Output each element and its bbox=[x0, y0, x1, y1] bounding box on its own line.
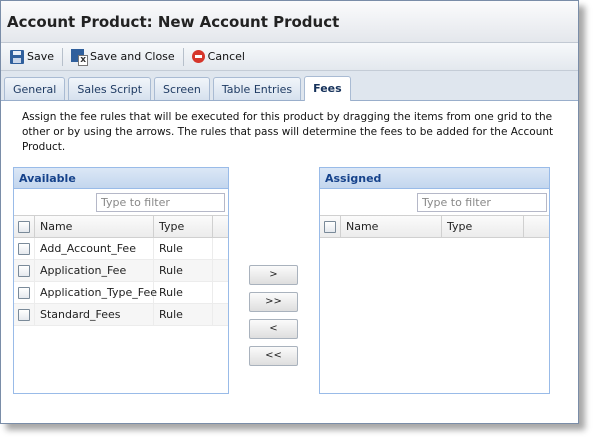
assigned-col-type[interactable]: Type bbox=[442, 216, 524, 237]
save-and-close-button[interactable]: x Save and Close bbox=[68, 46, 178, 68]
toolbar-divider bbox=[62, 47, 64, 66]
move-right-button[interactable]: > bbox=[249, 265, 298, 285]
save-button[interactable]: Save bbox=[7, 46, 57, 68]
tab-sales-script[interactable]: Sales Script bbox=[68, 77, 152, 100]
available-grid-title: Available bbox=[14, 168, 228, 189]
row-checkbox[interactable] bbox=[18, 309, 30, 321]
move-left-button[interactable]: < bbox=[249, 319, 298, 339]
toolbar-divider bbox=[182, 47, 184, 66]
cancel-button-label: Cancel bbox=[207, 50, 245, 63]
assigned-filter-input[interactable] bbox=[417, 193, 547, 212]
row-type: Rule bbox=[154, 304, 213, 325]
cancel-icon bbox=[191, 50, 205, 63]
row-name: Standard_Fees bbox=[35, 304, 154, 325]
tab-table-entries[interactable]: Table Entries bbox=[212, 77, 302, 100]
row-type: Rule bbox=[154, 260, 213, 281]
available-select-all[interactable] bbox=[14, 216, 35, 237]
save-button-label: Save bbox=[27, 50, 55, 63]
assigned-filter-row bbox=[320, 189, 549, 216]
fees-panel: Assign the fee rules that will be execut… bbox=[1, 101, 578, 423]
row-name: Application_Type_Fee bbox=[35, 282, 157, 303]
window-title: Account Product: New Account Product bbox=[7, 13, 340, 31]
row-type: Rule bbox=[154, 238, 213, 259]
available-filter-row bbox=[14, 189, 228, 216]
title-bar: Account Product: New Account Product bbox=[1, 1, 578, 43]
table-row[interactable]: Standard_Fees Rule bbox=[14, 304, 228, 326]
row-type: Rule bbox=[154, 282, 213, 303]
save-and-close-label: Save and Close bbox=[90, 50, 175, 63]
row-checkbox[interactable] bbox=[18, 265, 30, 277]
save-close-icon: x bbox=[71, 48, 89, 66]
checkbox[interactable] bbox=[324, 221, 336, 233]
available-col-type[interactable]: Type bbox=[154, 216, 213, 237]
tab-fees[interactable]: Fees bbox=[304, 76, 351, 101]
row-checkbox[interactable] bbox=[18, 243, 30, 255]
assigned-column-header: Name Type bbox=[320, 216, 549, 238]
account-product-window: Account Product: New Account Product Sav… bbox=[0, 0, 579, 424]
row-name: Add_Account_Fee bbox=[35, 238, 154, 259]
available-column-header: Name Type bbox=[14, 216, 228, 238]
cancel-button[interactable]: Cancel bbox=[189, 46, 248, 68]
row-checkbox[interactable] bbox=[18, 287, 30, 299]
row-name: Application_Fee bbox=[35, 260, 154, 281]
table-row[interactable]: Application_Fee Rule bbox=[14, 260, 228, 282]
move-all-left-button[interactable]: << bbox=[249, 346, 298, 366]
tab-strip: General Sales Script Screen Table Entrie… bbox=[1, 71, 578, 101]
available-col-name[interactable]: Name bbox=[35, 216, 154, 237]
available-grid: Available Name Type Add_Account_Fee Rule… bbox=[13, 167, 229, 394]
instructions-text: Assign the fee rules that will be execut… bbox=[22, 111, 554, 153]
assigned-col-name[interactable]: Name bbox=[341, 216, 442, 237]
floppy-disk-icon bbox=[10, 49, 24, 64]
assigned-select-all[interactable] bbox=[320, 216, 341, 237]
checkbox[interactable] bbox=[18, 221, 30, 233]
available-rows: Add_Account_Fee Rule Application_Fee Rul… bbox=[14, 238, 228, 326]
tab-screen[interactable]: Screen bbox=[154, 77, 210, 100]
assigned-grid: Assigned Name Type bbox=[319, 167, 550, 394]
toolbar: Save x Save and Close Cancel bbox=[1, 43, 578, 71]
assigned-grid-title: Assigned bbox=[320, 168, 549, 189]
tab-general[interactable]: General bbox=[4, 77, 66, 100]
table-row[interactable]: Application_Type_Fee Rule bbox=[14, 282, 228, 304]
table-row[interactable]: Add_Account_Fee Rule bbox=[14, 238, 228, 260]
available-filter-input[interactable] bbox=[96, 193, 225, 212]
move-all-right-button[interactable]: >> bbox=[249, 292, 298, 312]
